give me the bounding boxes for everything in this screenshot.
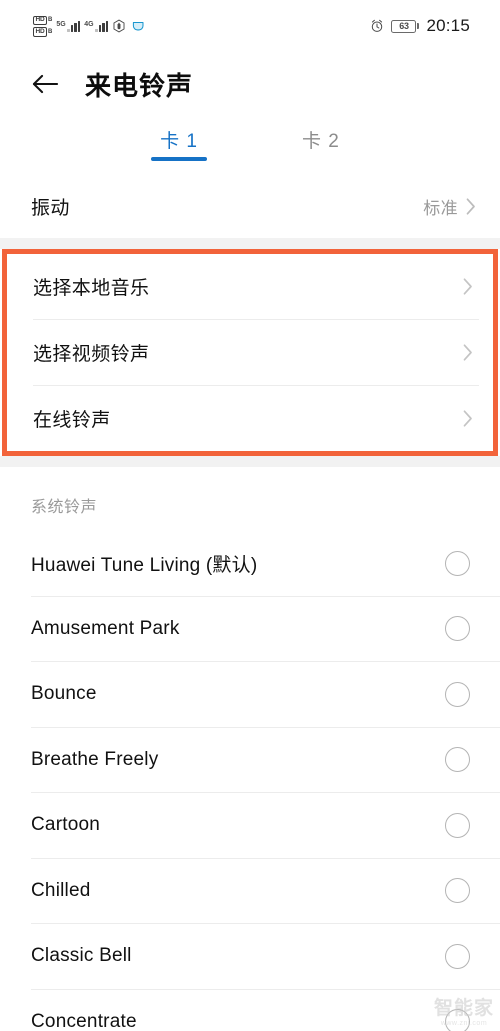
ringtone-source-group-highlighted: 选择本地音乐 选择视频铃声 在线铃声 — [2, 249, 498, 456]
radio-button[interactable] — [445, 943, 470, 969]
system-ringtones-title: 系统铃声 — [31, 499, 98, 516]
tone-row[interactable]: Concentrate — [0, 990, 500, 1031]
phone-screen: HD B HD B 5G 4G 63 20:15 来电铃声 卡 1 卡 2 振动… — [0, 0, 500, 1031]
tone-row[interactable]: Classic Bell — [0, 924, 500, 989]
app-cup-icon — [132, 21, 144, 30]
signal-bars-icon-5g: 5G — [56, 20, 81, 32]
tone-row[interactable]: Breathe Freely — [0, 728, 500, 793]
tone-row[interactable]: Amusement Park — [0, 597, 500, 662]
radio-button[interactable] — [445, 550, 470, 576]
title-bar: 来电铃声 — [0, 52, 500, 116]
tone-label: Cartoon — [31, 814, 100, 836]
volte-hd-label-2: HD — [33, 27, 47, 37]
vibration-row[interactable]: 振动 标准 — [0, 174, 500, 238]
signal-bars-5g — [67, 20, 81, 32]
network-label-5g: 5G — [56, 20, 66, 28]
select-local-music-label: 选择本地音乐 — [33, 278, 150, 299]
network-label-4g: 4G — [84, 20, 94, 28]
radio-button[interactable] — [445, 812, 470, 838]
tab-sim-2[interactable]: 卡 2 — [290, 126, 352, 165]
page-title: 来电铃声 — [85, 70, 194, 101]
battery-level: 63 — [391, 19, 417, 33]
vibration-card: 振动 标准 — [0, 174, 500, 238]
sim-card-tabs: 卡 1 卡 2 — [0, 116, 500, 174]
alarm-icon — [372, 19, 383, 32]
tone-label: Huawei Tune Living (默认) — [31, 554, 258, 576]
section-gap-2 — [0, 456, 500, 467]
vibration-value: 标准 — [423, 198, 458, 218]
signal-bars-icon-4g: 4G — [84, 20, 109, 32]
row-online-ringtone[interactable]: 在线铃声 — [7, 386, 493, 451]
tone-label: Bounce — [31, 683, 97, 705]
vibration-value-group: 标准 — [423, 194, 476, 219]
status-bar-clock: 20:15 — [426, 16, 470, 35]
volte-hd-icon: HD B HD B — [33, 15, 53, 37]
back-arrow-icon[interactable] — [32, 73, 59, 95]
status-bar-left: HD B HD B 5G 4G — [33, 15, 146, 37]
tone-label: Classic Bell — [31, 945, 132, 967]
chevron-right-icon — [463, 344, 472, 361]
status-bar: HD B HD B 5G 4G 63 20:15 — [0, 0, 500, 52]
tone-row[interactable]: Cartoon — [0, 793, 500, 858]
volte-hd-label-1: HD — [33, 15, 47, 25]
chevron-right-icon — [463, 278, 472, 295]
tone-row[interactable]: Bounce — [0, 662, 500, 727]
signal-bars-4g — [95, 20, 109, 32]
volte-hd-sub-2: B — [48, 28, 53, 35]
radio-button[interactable] — [445, 616, 470, 642]
chevron-right-icon — [466, 197, 475, 215]
power-saving-icon — [113, 19, 125, 33]
chevron-right-icon — [463, 410, 472, 427]
select-video-ringtone-label: 选择视频铃声 — [33, 344, 150, 365]
radio-button[interactable] — [445, 1009, 470, 1031]
tone-row[interactable]: Huawei Tune Living (默认) — [0, 531, 500, 596]
row-select-video-ringtone[interactable]: 选择视频铃声 — [7, 320, 493, 385]
radio-button[interactable] — [445, 878, 470, 904]
row-select-local-music[interactable]: 选择本地音乐 — [7, 254, 493, 319]
tone-row[interactable]: Chilled — [0, 859, 500, 924]
radio-button[interactable] — [445, 747, 470, 773]
status-bar-right: 63 20:15 — [370, 16, 470, 36]
tone-label: Breathe Freely — [31, 748, 159, 770]
section-gap-1 — [0, 238, 500, 249]
tab-sim-1[interactable]: 卡 1 — [148, 126, 210, 165]
radio-button[interactable] — [445, 681, 470, 707]
system-ringtones-card: 系统铃声 Huawei Tune Living (默认) Amusement P… — [0, 467, 500, 1031]
volte-hd-sub-1: B — [48, 17, 53, 24]
tone-label: Concentrate — [31, 1010, 137, 1031]
vibration-label: 振动 — [31, 197, 70, 219]
tone-label: Amusement Park — [31, 617, 180, 639]
tone-label: Chilled — [31, 879, 91, 901]
battery-icon: 63 — [391, 19, 420, 33]
battery-cap — [417, 23, 420, 29]
online-ringtone-label: 在线铃声 — [33, 410, 111, 431]
